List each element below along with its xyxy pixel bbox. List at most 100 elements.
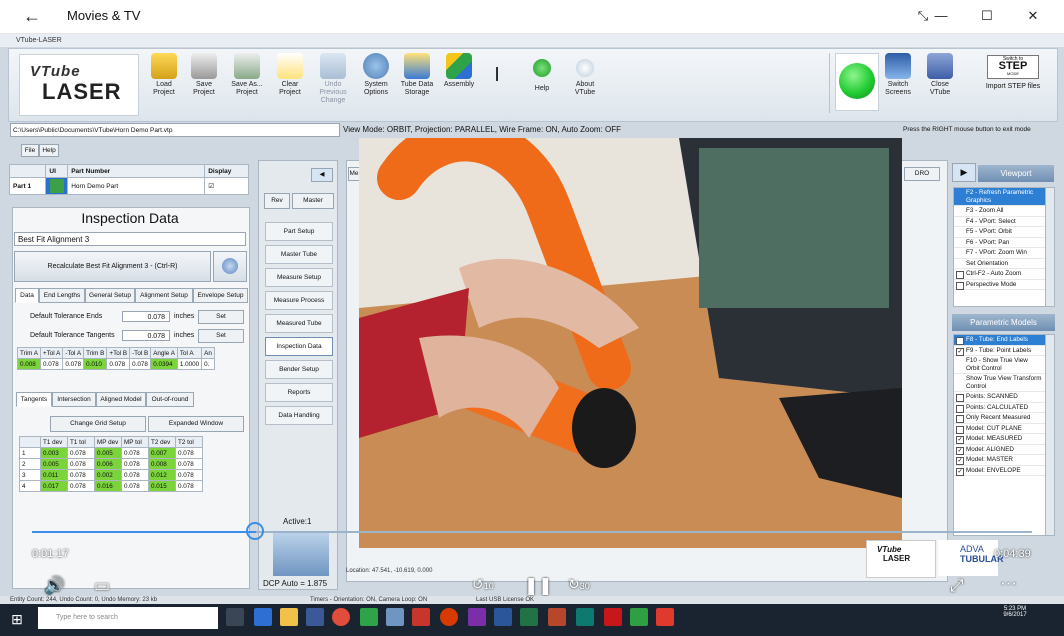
display-checkbox[interactable]: ☑ — [204, 177, 249, 195]
tab-intersection[interactable]: Intersection — [52, 392, 96, 407]
menu-item[interactable]: Inspection Data — [265, 337, 333, 356]
app-icon[interactable] — [440, 608, 458, 626]
system-options-button[interactable]: System Options — [359, 51, 393, 115]
list-item[interactable]: ✓ Model: ALIGNED — [954, 445, 1046, 455]
list-item[interactable]: Points: CALCULATED — [954, 403, 1046, 413]
master-button[interactable]: Master — [292, 193, 334, 209]
alignment-select[interactable]: Best Fit Alignment 3 — [14, 232, 246, 246]
word-icon[interactable] — [494, 608, 512, 626]
assembly-button[interactable]: Assembly — [441, 51, 477, 115]
checkbox[interactable]: ✓ — [956, 436, 964, 444]
list-item[interactable]: ✓ F9 - Tube: Point Labels — [954, 346, 1046, 356]
project-path-field[interactable]: C:\Users\Public\Documents\VTube\Horn Dem… — [10, 123, 340, 137]
tab-end-lengths[interactable]: End Lengths — [39, 288, 85, 303]
menu-item[interactable]: Measured Tube — [265, 314, 333, 333]
save-as-project-button[interactable]: Save As... Project — [227, 51, 267, 115]
tab-aligned-model[interactable]: Aligned Model — [96, 392, 146, 407]
file-explorer-icon[interactable] — [280, 608, 298, 626]
import-step-button[interactable]: Switch to STEP MODE Import STEP files — [977, 55, 1049, 113]
skip-back-button[interactable]: ↺10 — [472, 576, 494, 593]
skip-forward-button[interactable]: ↻30 — [568, 576, 590, 593]
store-icon[interactable] — [306, 608, 324, 626]
app-icon[interactable] — [360, 608, 378, 626]
checkbox[interactable]: ✓ — [956, 467, 964, 476]
tab-tangents[interactable]: Tangents — [16, 392, 52, 407]
task-view-icon[interactable] — [226, 608, 244, 626]
set-ends-button[interactable]: Set — [198, 310, 244, 324]
tab-general-setup[interactable]: General Setup — [85, 288, 135, 303]
arrow-left-button[interactable]: ◀ — [311, 168, 333, 182]
edge-icon[interactable] — [254, 608, 272, 626]
tab-envelope-setup[interactable]: Envelope Setup — [193, 288, 248, 303]
list-item[interactable]: Show True View Transform Control — [954, 374, 1046, 392]
load-project-button[interactable]: Load Project — [147, 51, 181, 115]
switch-screens-button[interactable]: Switch Screens — [881, 51, 915, 115]
settings-gear-button[interactable] — [213, 251, 247, 282]
checkbox[interactable] — [956, 281, 964, 290]
maximize-button[interactable]: ☐ — [972, 6, 1002, 26]
expanded-window-button[interactable]: Expanded Window — [148, 416, 244, 432]
collapse-button[interactable]: ▶ — [952, 163, 976, 182]
powerpoint-icon[interactable] — [548, 608, 566, 626]
taskbar-clock[interactable]: 5:23 PM 9/6/2017 — [995, 606, 1035, 618]
list-item[interactable]: F10 - Show True View Orbit Control — [954, 356, 1046, 374]
tab-data[interactable]: Data — [15, 288, 39, 303]
set-tan-button[interactable]: Set — [198, 329, 244, 343]
tube-data-storage-button[interactable]: Tube Data Storage — [397, 51, 437, 115]
recalculate-button[interactable]: Recalculate Best Fit Alignment 3 - (Ctrl… — [14, 251, 211, 282]
menu-item[interactable]: Master Tube — [265, 245, 333, 264]
tab-alignment-setup[interactable]: Alignment Setup — [135, 288, 193, 303]
app-icon[interactable] — [656, 608, 674, 626]
about-vtube-button[interactable]: About VTube — [567, 51, 603, 115]
minimize-button[interactable]: — — [926, 6, 956, 26]
change-grid-button[interactable]: Change Grid Setup — [50, 416, 146, 432]
clear-project-button[interactable]: Clear Project — [273, 51, 307, 115]
menu-item[interactable]: Measure Setup — [265, 268, 333, 287]
table-row[interactable]: 2 0.005 0.078 0.006 0.078 0.008 0.078 — [19, 458, 203, 470]
volume-icon[interactable]: 🔊 — [44, 576, 65, 596]
list-item[interactable]: Ctrl-F2 - Auto Zoom — [954, 269, 1046, 280]
list-item[interactable]: ✓ Model: MEASURED — [954, 434, 1046, 445]
list-item[interactable]: F5 - VPort: Orbit — [954, 227, 1046, 238]
dro-button[interactable]: DRO — [904, 167, 940, 181]
checkbox[interactable]: ✓ — [956, 347, 964, 356]
list-item[interactable]: ✓ Model: MASTER — [954, 455, 1046, 466]
checkbox[interactable] — [956, 337, 964, 345]
list-item[interactable]: F7 - VPort: Zoom Win — [954, 248, 1046, 259]
table-row[interactable]: Part 1 Horn Demo Part ☑ — [8, 177, 249, 195]
back-arrow-icon[interactable]: ← — [14, 5, 50, 27]
scrollbar[interactable] — [1045, 187, 1055, 307]
checkbox[interactable] — [956, 271, 964, 279]
scrollbar[interactable] — [1045, 334, 1055, 536]
list-item[interactable]: Model: CUT PLANE — [954, 424, 1046, 434]
list-item[interactable]: F2 - Refresh Parametric Graphics — [954, 188, 1046, 206]
file-button[interactable]: File — [21, 144, 39, 157]
list-item[interactable]: Perspective Mode — [954, 280, 1046, 290]
list-item[interactable]: Set Orientation — [954, 259, 1046, 269]
help-button[interactable]: Help — [525, 51, 559, 115]
app-icon[interactable] — [630, 608, 648, 626]
table-row[interactable]: 3 0.011 0.078 0.002 0.078 0.012 0.078 — [19, 469, 203, 481]
pause-button[interactable]: ❚❚ — [524, 576, 553, 596]
tab-out-of-round[interactable]: Out-of-round — [146, 392, 194, 407]
checkbox[interactable] — [956, 404, 964, 413]
list-item[interactable]: Only Recent Measured — [954, 413, 1046, 424]
menu-item[interactable]: Data Handling — [265, 406, 333, 425]
help-small-button[interactable]: Help — [39, 144, 59, 157]
chrome-icon[interactable] — [332, 608, 350, 626]
undo-button[interactable]: Undo Previous Change — [313, 51, 353, 115]
list-item[interactable]: F6 - VPort: Pan — [954, 238, 1046, 248]
app-icon[interactable] — [386, 608, 404, 626]
text-cursor-button[interactable]: I — [485, 51, 509, 115]
seek-thumb[interactable] — [246, 522, 264, 540]
excel-icon[interactable] — [520, 608, 538, 626]
menu-item[interactable]: Bender Setup — [265, 360, 333, 379]
checkbox[interactable]: ✓ — [956, 446, 964, 455]
more-options-icon[interactable]: ⋯ — [1000, 574, 1017, 594]
list-item[interactable]: Points: SCANNED — [954, 392, 1046, 403]
checkbox[interactable] — [956, 425, 964, 434]
list-item[interactable]: ✓ Model: ENVELOPE — [954, 466, 1046, 476]
app-icon[interactable] — [468, 608, 486, 626]
checkbox[interactable] — [956, 394, 964, 402]
app-icon[interactable] — [412, 608, 430, 626]
